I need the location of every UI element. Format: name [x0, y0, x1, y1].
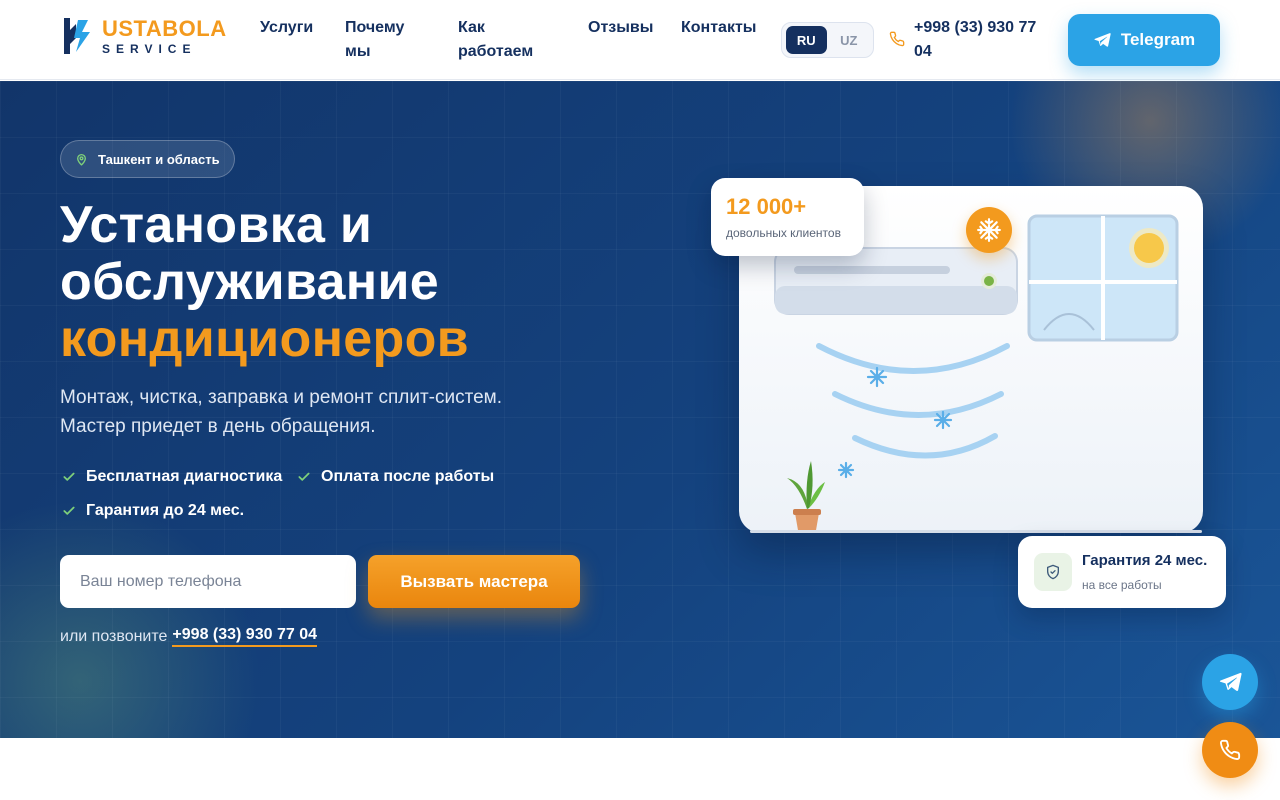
- or-call-label: или позвоните: [60, 627, 168, 645]
- telegram-plane-icon: [1219, 672, 1242, 691]
- clients-stat-value: 12 000+: [726, 194, 807, 219]
- hero-title: Установка и обслуживание кондиционеров: [60, 197, 620, 368]
- check-icon: [298, 472, 310, 481]
- logo-sub: SERVICE: [102, 41, 197, 56]
- or-call: или позвоните +998 (33) 930 77 04: [60, 626, 317, 647]
- map-pin-icon: [77, 153, 86, 166]
- hero-title-line2: обслуживание: [60, 253, 439, 311]
- guarantee-title: Гарантия 24 мес.: [1082, 552, 1208, 569]
- hero-subtitle: Монтаж, чистка, заправка и ремонт сплит-…: [60, 383, 560, 441]
- feature-label: Бесплатная диагностика: [86, 468, 283, 485]
- snowflake-icon: [966, 207, 1012, 253]
- location-label: Ташкент и область: [98, 151, 220, 167]
- telegram-button-label: Telegram: [1120, 30, 1196, 49]
- header-phone-link[interactable]: +998 (33) 930 77 04: [914, 16, 1049, 64]
- bolt-wrench-icon: [60, 16, 92, 56]
- lang-ru-button[interactable]: RU: [786, 26, 827, 54]
- phone-icon: [1220, 739, 1241, 760]
- hero-subtitle-line2: Мастер приедет в день обращения.: [60, 416, 376, 437]
- phone-input[interactable]: [60, 555, 356, 608]
- floating-call-button[interactable]: [1202, 722, 1258, 778]
- feature-item: Бесплатная диагностика: [62, 468, 282, 486]
- nav-item-why-us[interactable]: Почему мы: [345, 16, 425, 64]
- telegram-button[interactable]: Telegram: [1068, 14, 1220, 66]
- telegram-plane-icon: [1094, 33, 1111, 47]
- shield-check-icon: [1034, 553, 1072, 591]
- feature-item: Гарантия до 24 мес.: [62, 502, 244, 520]
- location-badge: Ташкент и область: [60, 140, 235, 178]
- clients-stat-card: 12 000+ довольных клиентов: [711, 178, 864, 256]
- phone-icon: [889, 31, 905, 47]
- language-switcher: RU UZ: [781, 22, 874, 58]
- site-header: USTABOLA SERVICE Услуги Почему мы Как ра…: [0, 0, 1280, 80]
- logo[interactable]: USTABOLA SERVICE: [60, 14, 250, 58]
- feature-item: Оплата после работы: [297, 468, 494, 486]
- hero-subtitle-line1: Монтаж, чистка, заправка и ремонт сплит-…: [60, 387, 503, 408]
- check-icon: [63, 472, 75, 481]
- nav-item-how-we-work[interactable]: Как работаем: [458, 16, 548, 64]
- or-call-phone-link[interactable]: +998 (33) 930 77 04: [172, 626, 317, 647]
- floating-telegram-button[interactable]: [1202, 654, 1258, 710]
- guarantee-sub: на все работы: [1082, 578, 1162, 592]
- check-icon: [63, 506, 75, 515]
- hero-section: Ташкент и область Установка и обслуживан…: [0, 81, 1280, 738]
- logo-name: USTABOLA: [102, 15, 227, 41]
- hero-title-line1: Установка и: [60, 196, 373, 254]
- feature-label: Гарантия до 24 мес.: [86, 502, 245, 519]
- nav-item-contacts[interactable]: Контакты: [681, 16, 756, 40]
- lang-uz-button[interactable]: UZ: [829, 26, 870, 54]
- feature-label: Оплата после работы: [321, 468, 495, 485]
- call-master-button[interactable]: Вызвать мастера: [368, 555, 580, 608]
- nav-item-reviews[interactable]: Отзывы: [588, 16, 653, 40]
- guarantee-card: Гарантия 24 мес. на все работы: [1018, 536, 1226, 608]
- clients-stat-label: довольных клиентов: [726, 226, 841, 240]
- nav-item-services[interactable]: Услуги: [260, 16, 313, 40]
- hero-title-accent: кондиционеров: [60, 310, 469, 368]
